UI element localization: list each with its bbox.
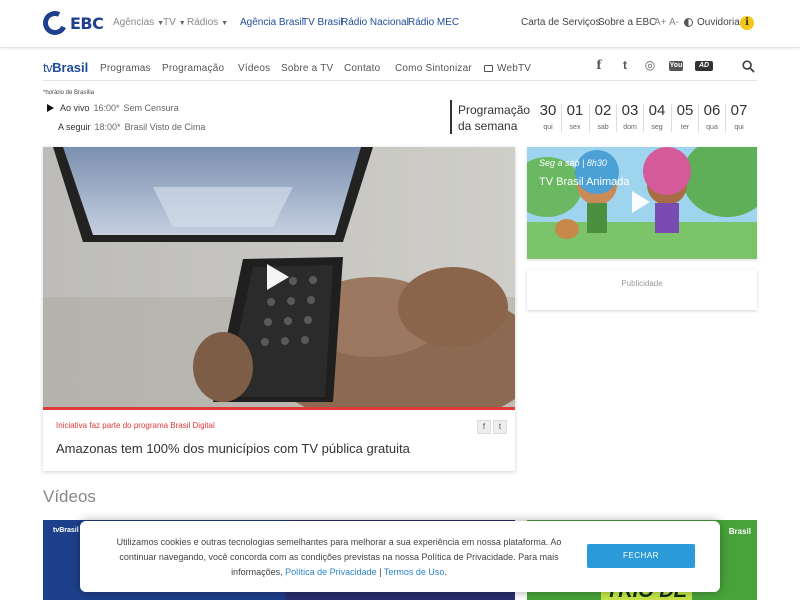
link-carta-servicos[interactable]: Carta de Serviços: [521, 17, 600, 28]
nav-sobre-tv[interactable]: Sobre a TV: [281, 63, 333, 74]
week-day-separator: [561, 104, 562, 132]
play-icon: [47, 104, 54, 112]
week-day-0[interactable]: 30 qui: [536, 102, 560, 133]
nav-como-sintonizar[interactable]: Como Sintonizar: [395, 63, 472, 74]
schedule-next[interactable]: A seguir 18:00* Brasil Visto de Cima: [58, 122, 205, 132]
nav-programacao[interactable]: Programação: [162, 63, 224, 74]
ad-label: Publicidade: [621, 279, 663, 288]
week-day-separator: [643, 104, 644, 132]
ebc-logo-text: EBC: [70, 13, 104, 33]
week-label[interactable]: Programação da semana: [458, 102, 530, 134]
ebc-logo[interactable]: EBC: [39, 7, 104, 39]
facebook-icon[interactable]: f: [591, 58, 607, 72]
cookie-close-button[interactable]: FECHAR: [587, 544, 695, 568]
link-agencia-brasil[interactable]: Agência Brasil: [240, 17, 304, 28]
instagram-icon[interactable]: ◎: [642, 58, 658, 72]
cookie-text: Utilizamos cookies e outras tecnologias …: [116, 537, 562, 577]
ebc-logo-icon: [39, 7, 71, 39]
tv-brasil-logo[interactable]: tvBrasil: [43, 60, 88, 75]
week-day-separator: [671, 104, 672, 132]
videos-heading: Vídeos: [43, 487, 96, 506]
side-play-icon[interactable]: [632, 191, 650, 213]
tv-icon: [484, 65, 493, 72]
video-play-icon[interactable]: [267, 264, 289, 290]
week-day-6[interactable]: 06 qua: [700, 102, 724, 133]
week-day-separator: [725, 104, 726, 132]
ad-slot: [527, 270, 757, 310]
ebc-top-bar: EBC Agências ▼ TV ▼ Rádios ▼ Agência Brasil…: [0, 0, 800, 48]
link-radio-nacional[interactable]: Rádio Nacional: [341, 17, 409, 28]
week-day-1[interactable]: 01 sex: [563, 102, 587, 133]
menu-tv[interactable]: TV ▼: [163, 17, 186, 28]
week-day-separator: [698, 104, 699, 132]
side-program-title[interactable]: TV Brasil Animada: [539, 176, 629, 188]
link-radio-mec[interactable]: Rádio MEC: [408, 17, 459, 28]
link-ouvidoria[interactable]: Ouvidoria: [697, 17, 740, 28]
link-sobre-ebc[interactable]: Sobre a EBC: [598, 17, 656, 28]
caret-down-icon: ▼: [178, 20, 186, 27]
menu-radios[interactable]: Rádios ▼: [187, 17, 228, 28]
tv-brasil-nav: tvBrasil Programas Programação Vídeos So…: [43, 56, 757, 80]
week-day-2[interactable]: 02 sab: [591, 102, 615, 133]
featured-kicker[interactable]: Iniciativa faz parte do programa Brasil …: [56, 421, 215, 430]
week-divider: [450, 100, 452, 134]
nav-programas[interactable]: Programas: [100, 63, 151, 74]
side-program-schedule: Seg a sáb | 8h30: [539, 158, 607, 168]
audio-description-icon[interactable]: AD: [695, 61, 713, 71]
privacy-policy-link[interactable]: Política de Privacidade: [285, 567, 377, 577]
caret-down-icon: ▼: [221, 20, 229, 27]
week-day-4[interactable]: 04 seg: [645, 102, 669, 133]
nav-videos[interactable]: Vídeos: [238, 63, 270, 74]
week-day-5[interactable]: 05 ter: [673, 102, 697, 133]
search-icon[interactable]: [742, 60, 755, 73]
week-day-3[interactable]: 03 dom: [618, 102, 642, 133]
video-thumb-1-tag: tvBrasil: [53, 527, 79, 534]
featured-title[interactable]: Amazonas tem 100% dos municípios com TV …: [56, 441, 410, 456]
horario-note: *horário de Brasília: [43, 90, 95, 96]
share-facebook-icon[interactable]: f: [477, 420, 491, 434]
terms-of-use-link[interactable]: Termos de Uso: [384, 567, 445, 577]
share-twitter-icon[interactable]: t: [493, 420, 507, 434]
video-thumb-3-tag: Brasil: [728, 527, 751, 536]
featured-accent-bar: [43, 407, 515, 410]
week-day-separator: [616, 104, 617, 132]
youtube-icon[interactable]: You: [669, 61, 683, 71]
schedule-now[interactable]: Ao vivo 16:00* Sem Censura: [47, 103, 179, 113]
twitter-icon[interactable]: t: [617, 58, 633, 72]
nav-contato[interactable]: Contato: [344, 63, 380, 74]
menu-agencias[interactable]: Agências ▼: [113, 17, 164, 28]
contrast-icon[interactable]: [684, 18, 693, 27]
week-day-7[interactable]: 07 qui: [727, 102, 751, 133]
font-decrease-button[interactable]: A-: [669, 17, 679, 28]
link-tv-brasil[interactable]: TV Brasil: [302, 17, 343, 28]
nav-divider: [43, 80, 757, 81]
week-day-separator: [589, 104, 590, 132]
nav-webtv[interactable]: WebTV: [497, 63, 531, 74]
info-icon[interactable]: i: [740, 16, 754, 30]
font-increase-button[interactable]: A+: [654, 17, 667, 28]
